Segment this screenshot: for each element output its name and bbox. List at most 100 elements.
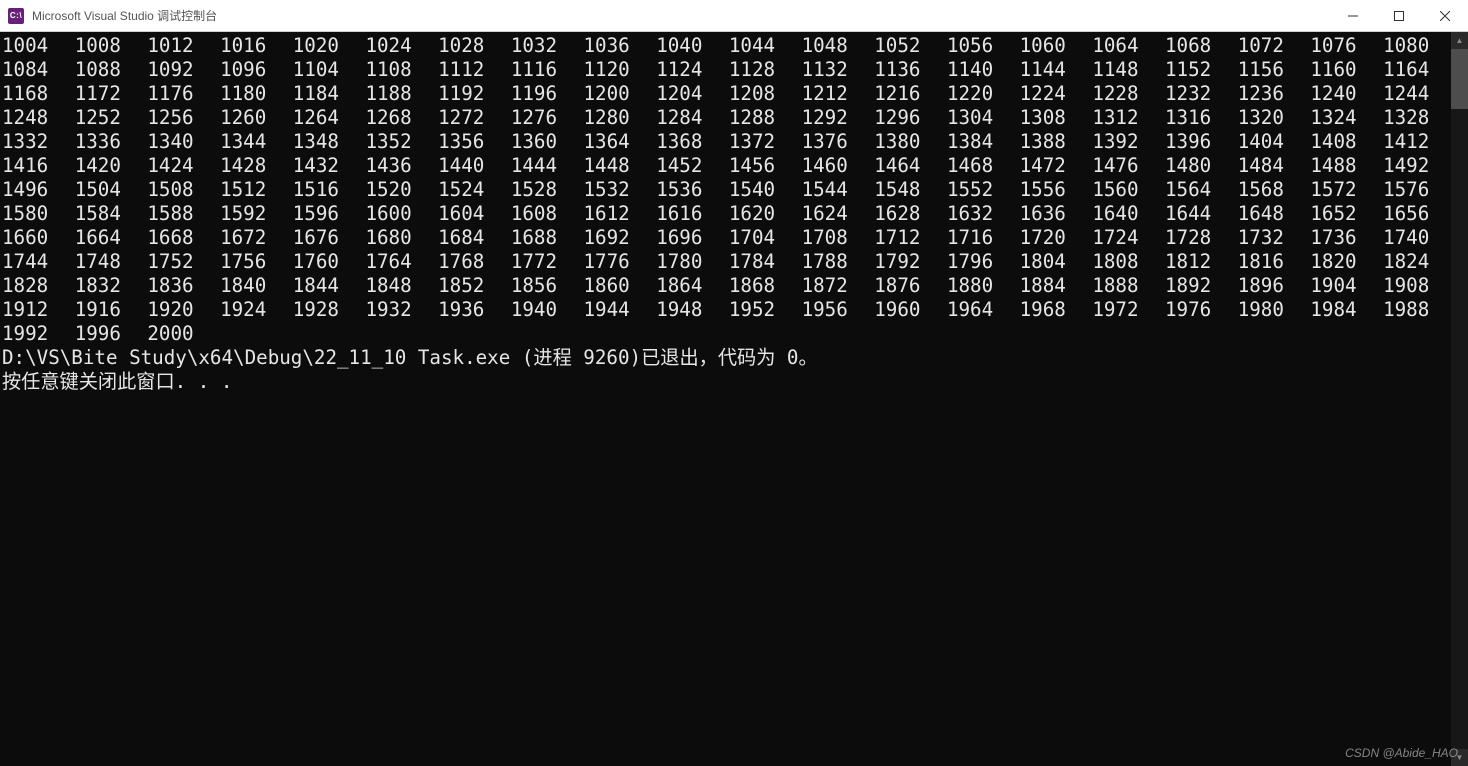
output-number: 1612 [584, 202, 657, 226]
output-number: 1808 [1092, 250, 1165, 274]
output-number: 1984 [1310, 298, 1383, 322]
output-number: 1076 [1310, 34, 1383, 58]
output-number: 1536 [656, 178, 729, 202]
output-number: 1032 [511, 34, 584, 58]
output-number: 1572 [1310, 178, 1383, 202]
output-number: 1520 [365, 178, 438, 202]
output-number: 1352 [365, 130, 438, 154]
output-number: 1680 [365, 226, 438, 250]
output-number: 1160 [1310, 58, 1383, 82]
scroll-thumb[interactable] [1451, 49, 1468, 109]
output-number: 1292 [802, 106, 875, 130]
output-number: 1776 [584, 250, 657, 274]
output-number: 1304 [947, 106, 1020, 130]
output-number: 1232 [1165, 82, 1238, 106]
close-button[interactable] [1422, 0, 1468, 32]
output-number: 1324 [1310, 106, 1383, 130]
output-row: 1332133613401344134813521356136013641368… [2, 130, 1451, 154]
output-number: 1348 [293, 130, 366, 154]
scroll-up-button[interactable]: ▲ [1451, 32, 1468, 49]
vertical-scrollbar[interactable]: ▲ ▼ [1451, 32, 1468, 766]
output-number: 1628 [874, 202, 947, 226]
output-number: 1760 [293, 250, 366, 274]
output-number: 1540 [729, 178, 802, 202]
output-number: 1508 [147, 178, 220, 202]
output-number: 1796 [947, 250, 1020, 274]
output-number: 1468 [947, 154, 1020, 178]
output-number: 1516 [293, 178, 366, 202]
output-number: 1296 [874, 106, 947, 130]
output-number: 1244 [1383, 82, 1451, 106]
output-number: 1088 [75, 58, 148, 82]
output-row: 1416142014241428143214361440144414481452… [2, 154, 1451, 178]
output-row: 1496150415081512151615201524152815321536… [2, 178, 1451, 202]
output-number: 1012 [147, 34, 220, 58]
output-number: 1236 [1238, 82, 1311, 106]
output-number: 1148 [1092, 58, 1165, 82]
output-number: 1956 [802, 298, 875, 322]
output-number: 1896 [1238, 274, 1311, 298]
output-row: 1580158415881592159616001604160816121616… [2, 202, 1451, 226]
output-number: 1656 [1383, 202, 1451, 226]
output-number: 1672 [220, 226, 293, 250]
output-number: 1556 [1020, 178, 1093, 202]
output-row: 1912191619201924192819321936194019441948… [2, 298, 1451, 322]
output-number: 1884 [1020, 274, 1093, 298]
output-number: 1368 [656, 130, 729, 154]
console-output[interactable]: 1004100810121016102010241028103210361040… [0, 32, 1451, 766]
output-number: 1168 [2, 82, 75, 106]
output-number: 1436 [365, 154, 438, 178]
output-number: 1812 [1165, 250, 1238, 274]
output-number: 1184 [293, 82, 366, 106]
window-title: Microsoft Visual Studio 调试控制台 [32, 7, 217, 24]
output-number: 1864 [656, 274, 729, 298]
output-number: 1972 [1092, 298, 1165, 322]
output-number: 1792 [874, 250, 947, 274]
output-number: 1588 [147, 202, 220, 226]
press-any-key-line: 按任意键关闭此窗口. . . [2, 370, 1451, 394]
output-number: 1908 [1383, 274, 1451, 298]
output-number: 1888 [1092, 274, 1165, 298]
output-number: 1804 [1020, 250, 1093, 274]
output-number: 1336 [75, 130, 148, 154]
output-number: 1356 [438, 130, 511, 154]
output-number: 1404 [1238, 130, 1311, 154]
output-number: 1004 [2, 34, 75, 58]
output-number: 1424 [147, 154, 220, 178]
output-number: 1444 [511, 154, 584, 178]
output-number: 1724 [1092, 226, 1165, 250]
output-number: 1676 [293, 226, 366, 250]
output-number: 1044 [729, 34, 802, 58]
maximize-button[interactable] [1376, 0, 1422, 32]
output-number: 1768 [438, 250, 511, 274]
output-number: 1892 [1165, 274, 1238, 298]
output-number: 1340 [147, 130, 220, 154]
output-number: 1316 [1165, 106, 1238, 130]
output-number: 1132 [802, 58, 875, 82]
output-number: 1644 [1165, 202, 1238, 226]
output-number: 1784 [729, 250, 802, 274]
output-number: 1136 [874, 58, 947, 82]
output-number: 1732 [1238, 226, 1311, 250]
output-number: 1268 [365, 106, 438, 130]
output-number: 1312 [1092, 106, 1165, 130]
output-number: 1988 [1383, 298, 1451, 322]
output-number: 1932 [365, 298, 438, 322]
output-number: 1696 [656, 226, 729, 250]
output-number: 1224 [1020, 82, 1093, 106]
output-number: 1432 [293, 154, 366, 178]
output-number: 1952 [729, 298, 802, 322]
output-number: 1924 [220, 298, 293, 322]
output-number: 1056 [947, 34, 1020, 58]
output-number: 1024 [365, 34, 438, 58]
output-number: 1192 [438, 82, 511, 106]
output-number: 1708 [802, 226, 875, 250]
output-number: 1636 [1020, 202, 1093, 226]
minimize-button[interactable] [1330, 0, 1376, 32]
output-number: 1116 [511, 58, 584, 82]
output-number: 1128 [729, 58, 802, 82]
output-number: 1140 [947, 58, 1020, 82]
output-number: 1560 [1092, 178, 1165, 202]
close-icon [1440, 11, 1450, 21]
output-number: 1180 [220, 82, 293, 106]
